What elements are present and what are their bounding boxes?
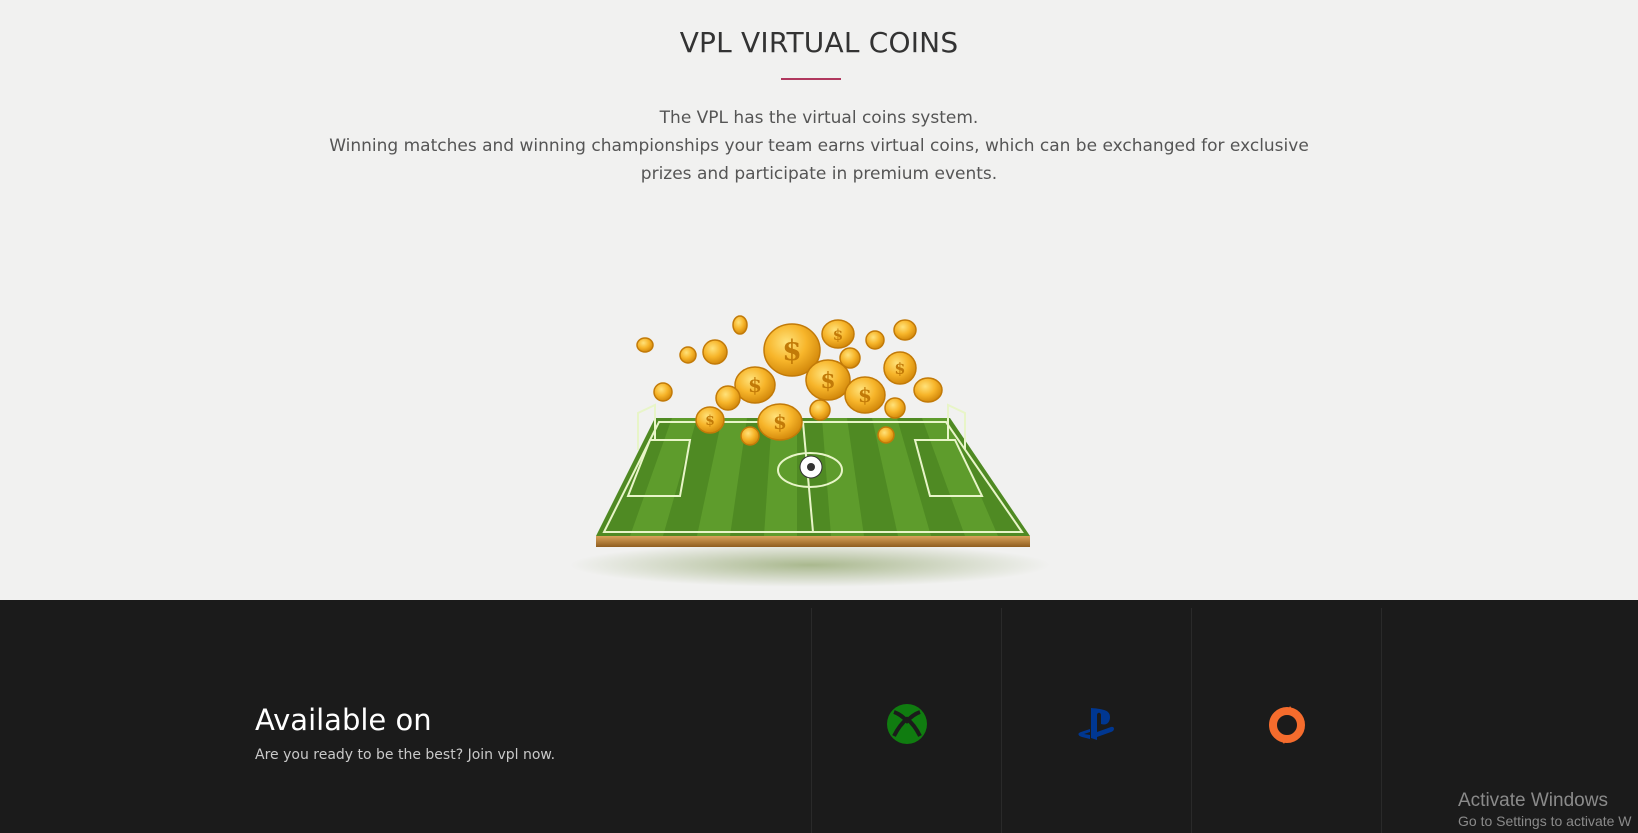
section-title: VPL VIRTUAL COINS — [679, 26, 959, 59]
origin-icon[interactable] — [1263, 700, 1311, 748]
title-divider — [781, 78, 841, 80]
svg-text:$: $ — [858, 383, 872, 407]
soccer-field-coins-illustration: $ $ $ $ $ $ $ $ — [570, 315, 1050, 587]
svg-text:$: $ — [894, 359, 905, 378]
activate-windows-watermark: Activate Windows Go to Settings to activ… — [1458, 790, 1638, 830]
playstation-icon[interactable] — [1073, 700, 1121, 748]
available-on-section: Available on Are you ready to be the bes… — [0, 600, 1638, 833]
description-line-2: Winning matches and winning championship… — [329, 136, 1309, 184]
platform-origin[interactable] — [1191, 608, 1381, 833]
virtual-coins-section: VPL VIRTUAL COINS The VPL has the virtua… — [0, 0, 1638, 600]
platform-playstation[interactable] — [1001, 608, 1191, 833]
watermark-subtitle: Go to Settings to activate W — [1458, 813, 1632, 829]
svg-text:$: $ — [773, 410, 787, 434]
available-subtitle: Are you ready to be the best? Join vpl n… — [255, 747, 556, 763]
svg-text:$: $ — [833, 326, 843, 344]
description-line-1: The VPL has the virtual coins system. — [659, 108, 979, 128]
svg-text:$: $ — [748, 373, 762, 397]
platform-xbox[interactable] — [811, 608, 1001, 833]
column-divider — [1381, 608, 1383, 833]
watermark-title: Activate Windows — [1458, 790, 1608, 811]
svg-text:$: $ — [820, 368, 835, 394]
xbox-icon[interactable] — [883, 700, 931, 748]
available-title: Available on — [255, 703, 432, 737]
svg-text:$: $ — [705, 413, 715, 429]
svg-text:$: $ — [782, 334, 801, 367]
